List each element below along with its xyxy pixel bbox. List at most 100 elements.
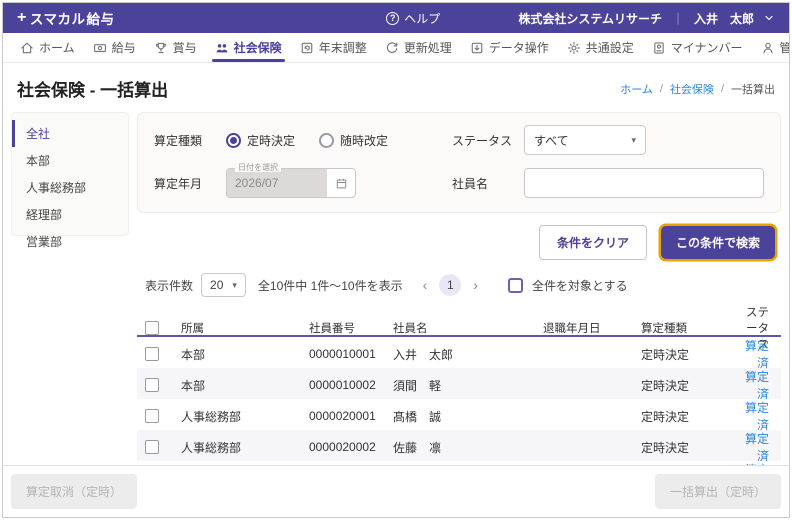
app-window: + スマカル 給与 ? ヘルプ 株式会社システムリサーチ ｜ 入井 太郎 ホーム… [2,2,790,518]
employee-name-input[interactable] [524,168,764,198]
table-row: 人事総務部 0000020002 佐藤 凛 定時決定 算定済 [137,430,781,461]
date-value: 2026/07 [227,169,327,197]
breadcrumb-separator: / [721,83,724,95]
nav-item-data-operations[interactable]: データ操作 [461,33,558,62]
top-bar: + スマカル 給与 ? ヘルプ 株式会社システムリサーチ ｜ 入井 太郎 [3,3,789,33]
prev-page-icon[interactable]: ‹ [423,278,428,292]
yearend-doc-icon [300,41,314,55]
caret-down-icon: ▾ [232,280,237,291]
pagination: ‹ 1 › [423,274,478,296]
date-floating-label: 日付を選択 [235,164,281,172]
topbar-divider: ｜ [672,10,684,27]
search-button[interactable]: この条件で検索 [661,226,775,259]
row-checkbox[interactable] [145,440,159,454]
radio-zuiji-kaitei[interactable]: 随時改定 [319,132,388,149]
calendar-icon[interactable] [327,177,355,190]
status-link[interactable]: 算定済 [745,432,769,463]
chevron-down-icon[interactable] [763,12,775,24]
help-label: ヘルプ [404,10,440,27]
table-row: 本部 0000010001 入井 太郎 定時決定 算定済 [137,337,781,368]
breadcrumb-social-insurance[interactable]: 社会保険 [670,81,714,97]
page-size-label: 表示件数 [145,277,193,294]
app-logo-suffix: 給与 [86,8,114,28]
nav-item-admin[interactable]: 管理 [752,33,790,62]
sidebar-item-all-company[interactable]: 全社 [12,120,128,147]
table-row: 人事総務部 0000020001 髙橋 誠 定時決定 算定済 [137,399,781,430]
banknote-icon [93,41,107,55]
page-number-1[interactable]: 1 [439,274,461,296]
breadcrumb: ホーム / 社会保険 / 一括算出 [620,81,775,97]
result-range-text: 全10件中 1件〜10件を表示 [258,277,403,294]
list-controls: 表示件数 20 ▾ 全10件中 1件〜10件を表示 ‹ 1 › 全件を対象とする [137,273,781,297]
home-icon [20,41,34,55]
table-header-row: 所属 社員番号 社員名 退職年月日 算定種類 ステータス [137,304,781,337]
help-icon: ? [386,12,399,25]
select-all-checkbox[interactable] [508,278,523,293]
row-checkbox[interactable] [145,409,159,423]
trophy-icon [154,41,168,55]
app-logo: + スマカル 給与 [17,8,114,28]
main-content: 全社 本部 人事総務部 経理部 営業部 算定種類 定時決定 [3,112,789,465]
employee-name-label: 社員名 [452,175,514,192]
select-all-label: 全件を対象とする [532,277,628,294]
status-select[interactable]: すべて ▾ [524,125,646,155]
calc-type-label: 算定種類 [154,132,216,149]
col-header-calc-type: 算定種類 [641,320,743,336]
breadcrumb-current: 一括算出 [731,81,775,97]
nav-item-update-process[interactable]: 更新処理 [376,33,461,62]
calc-month-label: 算定年月 [154,175,216,192]
cancel-calculation-button[interactable]: 算定取消（定時） [11,474,137,509]
filter-actions: 条件をクリア この条件で検索 [139,223,779,262]
help-button[interactable]: ? ヘルプ [386,10,440,27]
app-logo-text: スマカル [30,8,86,28]
refresh-icon [385,41,399,55]
row-checkbox[interactable] [145,347,159,361]
person-icon [761,41,775,55]
page-header: 社会保険 - 一括算出 ホーム / 社会保険 / 一括算出 [3,63,789,112]
plus-logo-icon: + [17,10,27,26]
status-label: ステータス [452,132,514,149]
page-title: 社会保険 - 一括算出 [17,76,168,101]
table-row: 本部 0000010002 須間 軽 定時決定 算定済 [137,368,781,399]
status-link[interactable]: 算定済 [745,370,769,401]
breadcrumb-separator: / [660,83,663,95]
gear-icon [567,41,581,55]
nav-item-payroll[interactable]: 給与 [84,33,145,62]
radio-teiji-kettei[interactable]: 定時決定 [226,132,295,149]
search-filter-panel: 算定種類 定時決定 随時改定 ステータス [137,112,781,213]
sidebar-item-sales[interactable]: 営業部 [12,228,128,255]
col-header-retire-date: 退職年月日 [543,320,641,336]
download-box-icon [470,41,484,55]
radio-unselected-icon [319,133,334,148]
caret-down-icon: ▾ [631,135,636,146]
user-menu[interactable]: 入井 太郎 [694,10,754,27]
company-name: 株式会社システムリサーチ [518,10,662,27]
people-icon [215,41,229,55]
department-sidebar: 全社 本部 人事総務部 経理部 営業部 [11,112,129,236]
sidebar-item-accounting[interactable]: 経理部 [12,201,128,228]
nav-item-my-number[interactable]: マイナンバー [643,33,752,62]
page-size-select[interactable]: 20 ▾ [201,273,246,297]
breadcrumb-home[interactable]: ホーム [620,81,653,97]
row-checkbox[interactable] [145,378,159,392]
action-footer: 算定取消（定時） 一括算出（定時） [3,465,789,517]
clear-conditions-button[interactable]: 条件をクリア [539,225,647,260]
sidebar-item-headquarters[interactable]: 本部 [12,147,128,174]
status-link[interactable]: 算定済 [745,401,769,432]
nav-item-social-insurance[interactable]: 社会保険 [206,33,291,62]
col-header-dept: 所属 [181,320,309,336]
main-nav: ホーム 給与 賞与 社会保険 年末調整 更新処理 データ操作 共通設定 [3,33,789,63]
status-link[interactable]: 算定済 [745,339,769,370]
nav-item-bonus[interactable]: 賞与 [145,33,206,62]
col-header-emp-no: 社員番号 [309,320,393,336]
sidebar-item-hr-general-affairs[interactable]: 人事総務部 [12,174,128,201]
nav-item-home[interactable]: ホーム [11,33,84,62]
nav-item-common-settings[interactable]: 共通設定 [558,33,643,62]
batch-calculate-button[interactable]: 一括算出（定時） [655,474,781,509]
radio-selected-icon [226,133,241,148]
nav-item-yearend-adjustment[interactable]: 年末調整 [291,33,376,62]
employee-table: 所属 社員番号 社員名 退職年月日 算定種類 ステータス 本部 00000100… [137,304,781,465]
next-page-icon[interactable]: › [473,278,478,292]
calc-month-date-field[interactable]: 日付を選択 2026/07 [226,168,356,198]
header-checkbox[interactable] [145,321,159,335]
